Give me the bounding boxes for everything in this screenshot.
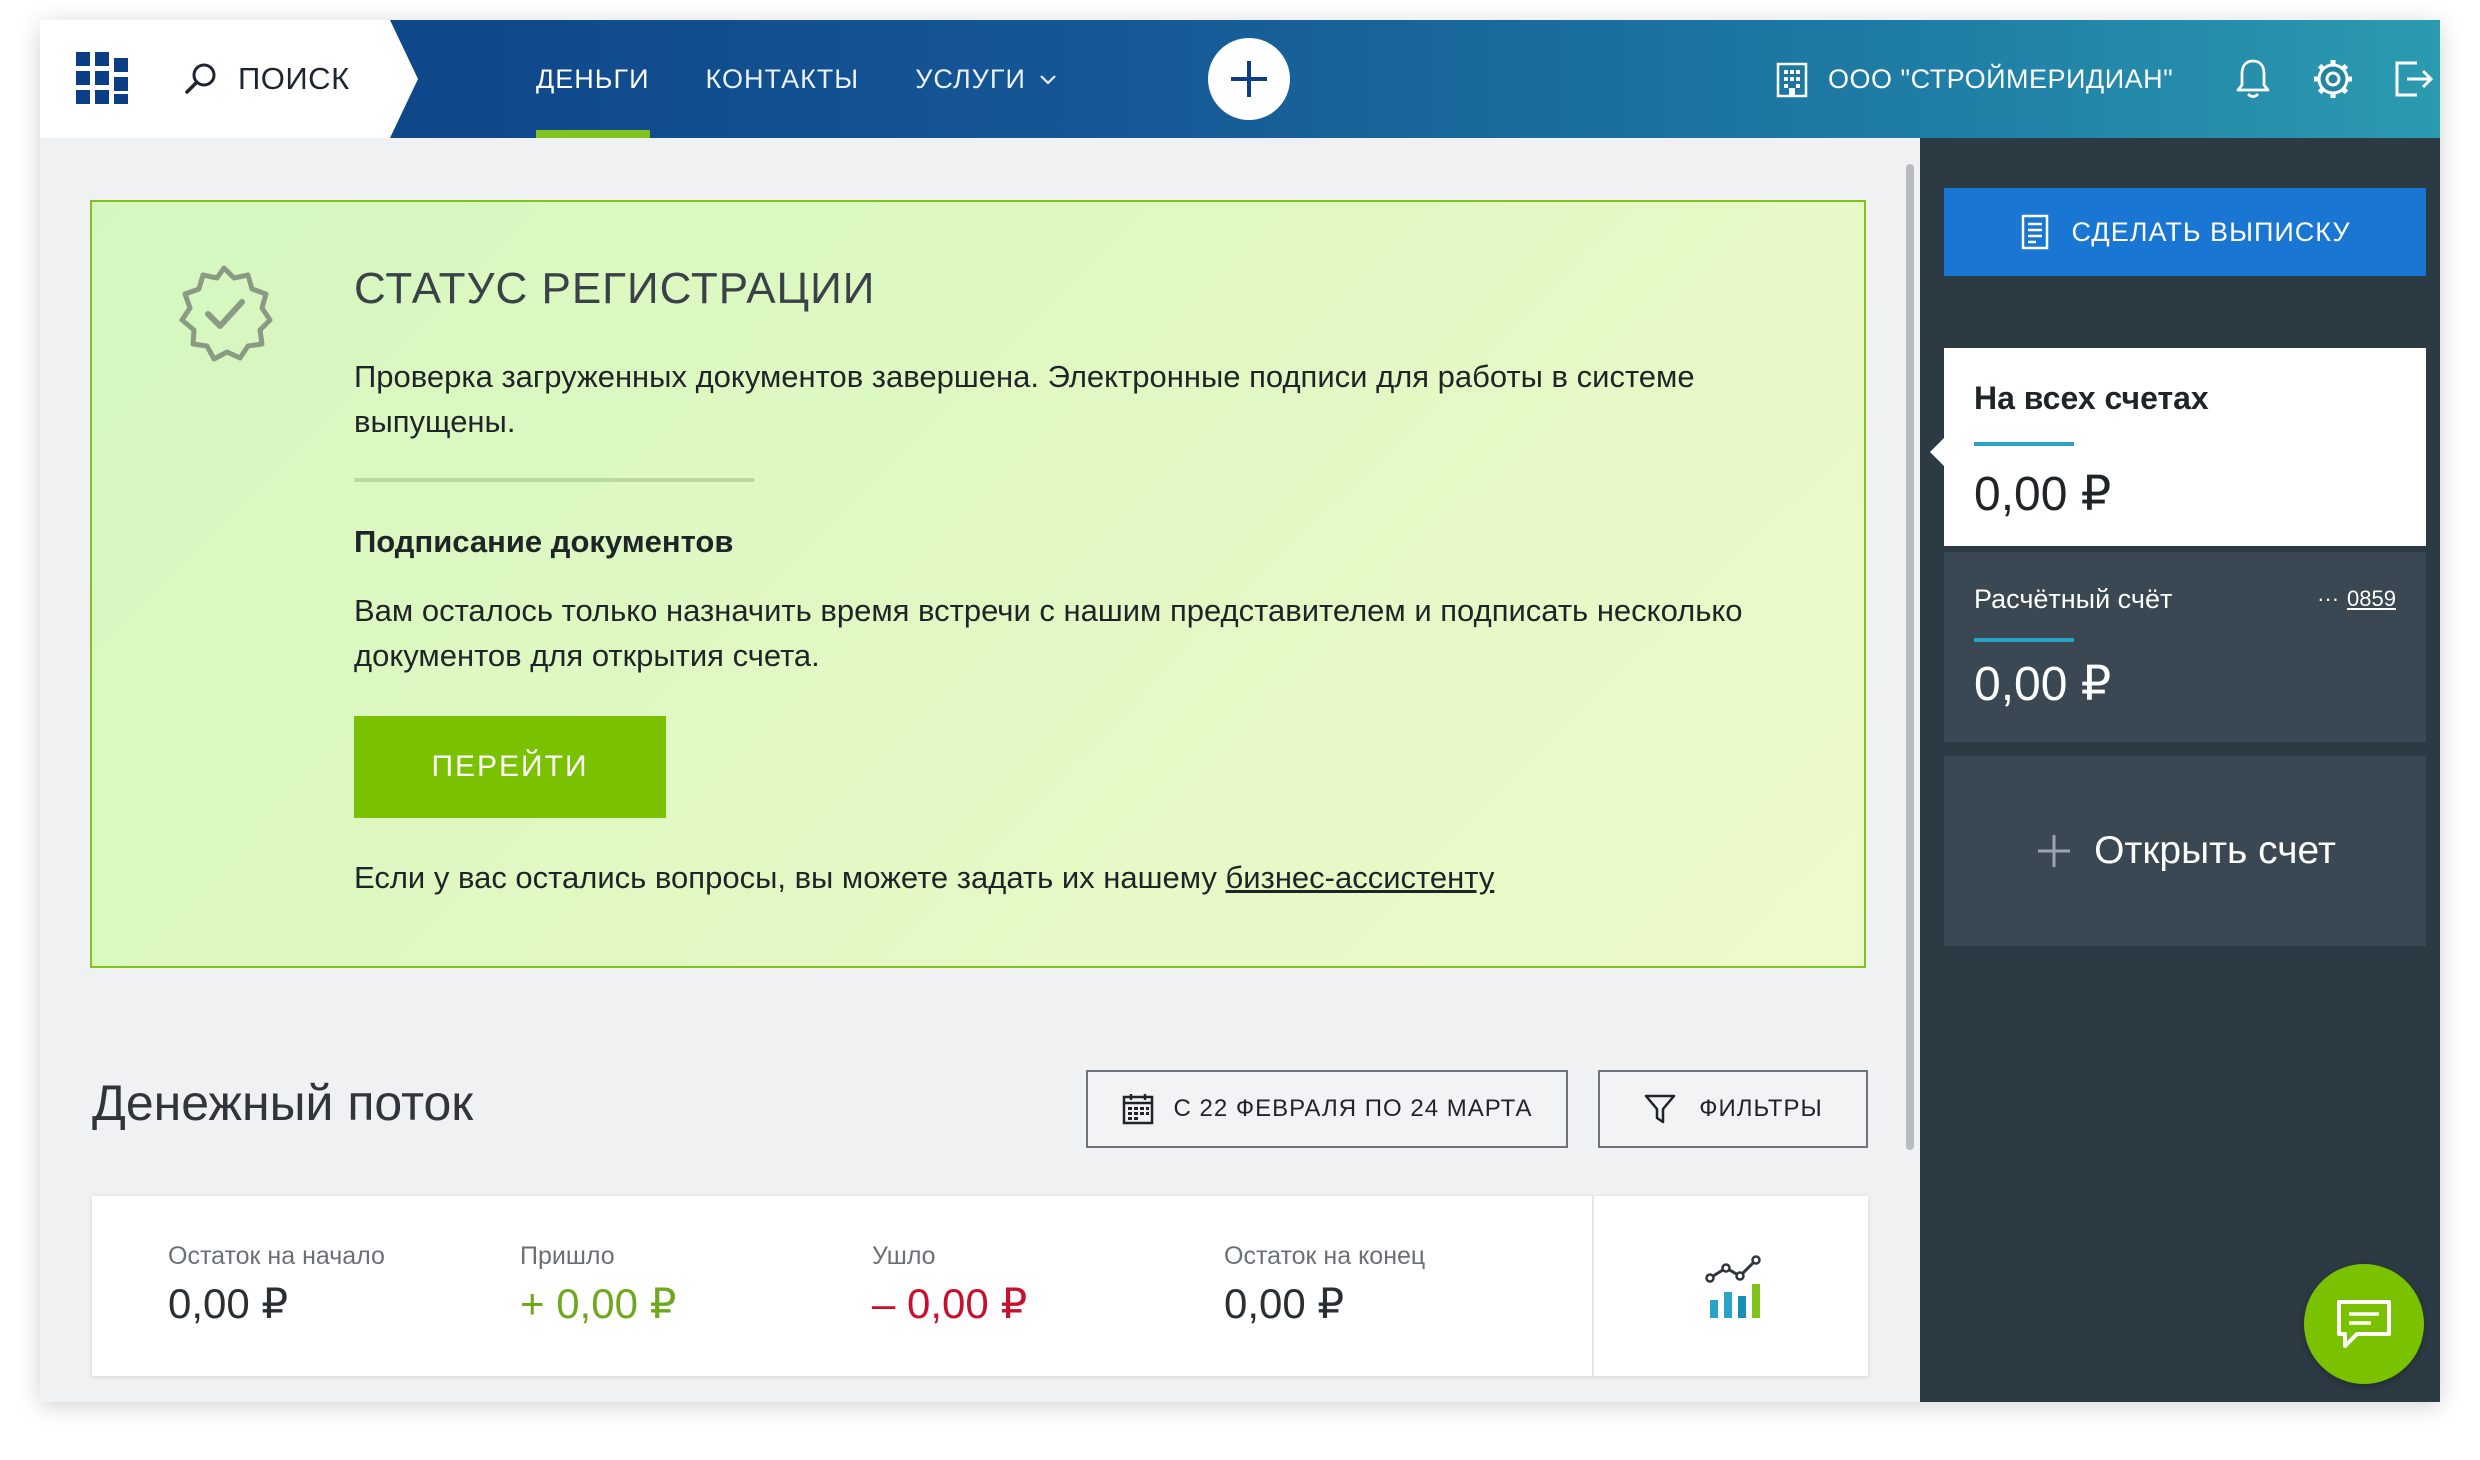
summary-value: + 0,00 ₽ — [520, 1280, 677, 1327]
account-underline — [1974, 638, 2074, 642]
summary-label: Остаток на начало — [168, 1242, 385, 1270]
filters-button[interactable]: ФИЛЬТРЫ — [1598, 1070, 1868, 1148]
account-title: На всех счетах — [1974, 380, 2209, 416]
top-header: ПОИСК ДЕНЬГИ КОНТАКТЫ УСЛУГИ ООО "СТРОЙМ… — [40, 20, 2440, 138]
cashflow-summary: Остаток на начало 0,00 ₽ Пришло + 0,00 ₽… — [92, 1196, 1868, 1376]
document-icon — [2021, 214, 2048, 250]
gear-icon — [2314, 60, 2352, 98]
business-assistant-link[interactable]: бизнес-ассистенту — [1226, 860, 1495, 895]
plus-icon — [2038, 835, 2071, 867]
summary-outgoing: Ушло – 0,00 ₽ — [872, 1242, 1027, 1328]
filters-label: ФИЛЬТРЫ — [1699, 1095, 1823, 1122]
main-nav: ДЕНЬГИ КОНТАКТЫ УСЛУГИ — [536, 20, 1058, 138]
divider — [354, 478, 754, 482]
nav-item-label: КОНТАКТЫ — [705, 63, 860, 94]
account-number: ··· 0859 — [2317, 586, 2396, 612]
help-prefix: Если у вас остались вопросы, вы можете з… — [354, 860, 1226, 895]
account-underline — [1974, 442, 2074, 446]
make-statement-label: СДЕЛАТЬ ВЫПИСКУ — [2071, 216, 2351, 247]
summary-income: Пришло + 0,00 ₽ — [520, 1242, 676, 1328]
account-number-value: 0859 — [2347, 586, 2396, 611]
app-window: ПОИСК ДЕНЬГИ КОНТАКТЫ УСЛУГИ ООО "СТРОЙМ… — [40, 20, 2440, 1402]
registration-text: Проверка загруженных документов завершен… — [354, 359, 1695, 439]
settings-button[interactable] — [2310, 56, 2356, 102]
cashflow-title: Денежный поток — [92, 1075, 474, 1131]
verified-badge-icon — [179, 265, 273, 362]
signing-subtitle: Подписание документов — [354, 524, 734, 559]
nav-item-contacts[interactable]: КОНТАКТЫ — [706, 20, 860, 138]
current-account-card[interactable]: Расчётный счёт ··· 0859 0,00 ₽ — [1944, 552, 2426, 742]
summary-value: 0,00 ₽ — [1224, 1280, 1345, 1327]
summary-closing: Остаток на конец 0,00 ₽ — [1224, 1242, 1425, 1328]
building-icon — [1776, 62, 1808, 98]
nav-item-services[interactable]: УСЛУГИ — [915, 20, 1058, 138]
company-name: ООО "СТРОЙМЕРИДИАН" — [1828, 63, 2174, 94]
account-balance: 0,00 ₽ — [1974, 468, 2112, 521]
all-accounts-card[interactable]: На всех счетах 0,00 ₽ — [1930, 348, 2426, 546]
summary-label: Ушло — [872, 1242, 936, 1270]
chat-icon — [2337, 1300, 2391, 1348]
summary-label: Остаток на конец — [1224, 1242, 1426, 1270]
registration-title: СТАТУС РЕГИСТРАЦИИ — [354, 264, 876, 313]
signing-text: Вам осталось только назначить время встр… — [354, 593, 1743, 673]
company-selector[interactable]: ООО "СТРОЙМЕРИДИАН" — [1774, 54, 2173, 104]
summary-opening: Остаток на начало 0,00 ₽ — [168, 1242, 385, 1328]
open-account-button[interactable]: Открыть счет — [1944, 756, 2426, 946]
go-button[interactable]: ПЕРЕЙТИ — [354, 716, 666, 818]
notifications-button[interactable] — [2230, 56, 2276, 102]
date-range-label: С 22 ФЕВРАЛЯ ПО 24 МАРТА — [1173, 1095, 1533, 1122]
logo-icon[interactable] — [76, 52, 128, 104]
summary-divider — [1592, 1196, 1594, 1376]
nav-item-label: УСЛУГИ — [915, 63, 1026, 94]
search-label: ПОИСК — [238, 61, 350, 96]
bell-icon — [2236, 59, 2270, 98]
calendar-icon — [1123, 1094, 1154, 1125]
account-number-prefix: ··· — [2317, 586, 2340, 611]
add-button[interactable] — [1208, 38, 1290, 120]
help-text: Если у вас остались вопросы, вы можете з… — [354, 860, 1494, 896]
filter-icon — [1644, 1094, 1676, 1124]
analytics-chart-icon[interactable] — [1704, 1254, 1772, 1322]
main-content: СТАТУС РЕГИСТРАЦИИ Проверка загруженных … — [40, 138, 1920, 1402]
account-balance: 0,00 ₽ — [1974, 658, 2112, 711]
accounts-sidebar: СДЕЛАТЬ ВЫПИСКУ На всех счетах 0,00 ₽ Ра… — [1920, 138, 2440, 1402]
make-statement-button[interactable]: СДЕЛАТЬ ВЫПИСКУ — [1944, 188, 2426, 276]
registration-status-card: СТАТУС РЕГИСТРАЦИИ Проверка загруженных … — [90, 200, 1866, 968]
summary-value: 0,00 ₽ — [168, 1280, 289, 1327]
search-icon — [185, 63, 216, 94]
header-arrow-shape — [390, 20, 418, 138]
logout-button[interactable] — [2390, 56, 2436, 102]
logout-icon — [2395, 61, 2434, 97]
date-range-button[interactable]: С 22 ФЕВРАЛЯ ПО 24 МАРТА — [1086, 1070, 1568, 1148]
account-title: Расчётный счёт — [1974, 584, 2173, 614]
open-account-label: Открыть счет — [2094, 829, 2336, 872]
search-button[interactable]: ПОИСК — [182, 54, 350, 104]
summary-value: – 0,00 ₽ — [872, 1280, 1028, 1327]
main-scrollbar[interactable] — [1906, 164, 1914, 1150]
summary-label: Пришло — [520, 1242, 615, 1270]
plus-icon — [1231, 61, 1267, 97]
chevron-down-icon — [1040, 75, 1056, 85]
nav-item-label: ДЕНЬГИ — [536, 63, 650, 94]
chat-button[interactable] — [2304, 1264, 2424, 1384]
nav-item-money[interactable]: ДЕНЬГИ — [536, 20, 650, 138]
